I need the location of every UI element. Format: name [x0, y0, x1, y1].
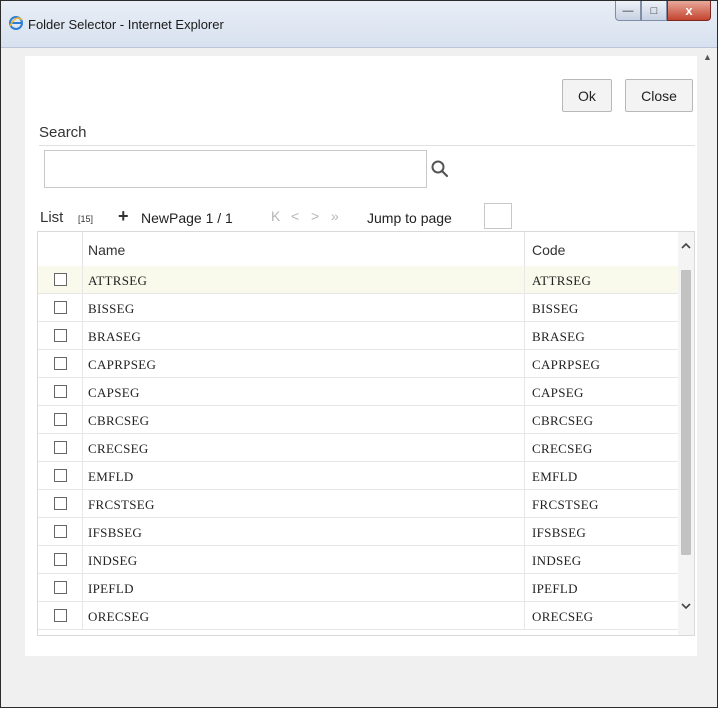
cell-code: ORECSEG — [532, 609, 594, 624]
cell-code: CRECSEG — [532, 441, 593, 456]
window-controls: — □ x — [615, 1, 711, 22]
row-checkbox[interactable] — [54, 609, 67, 622]
cell-name: ATTRSEG — [88, 273, 148, 288]
cell-code: CBRCSEG — [532, 413, 594, 428]
cell-code: INDSEG — [532, 553, 582, 568]
table-row[interactable]: CRECSEG CRECSEG — [38, 434, 678, 462]
prev-page-button[interactable]: < — [291, 208, 299, 224]
row-checkbox[interactable] — [54, 553, 67, 566]
cell-code: IFSBSEG — [532, 525, 587, 540]
page-scroll-up-icon[interactable]: ▲ — [703, 52, 712, 62]
list-count: [15] — [78, 214, 94, 224]
folder-selector-panel: Ok Close Search List [15] + NewPage 1 / … — [25, 56, 697, 656]
jump-to-page-label: Jump to page — [367, 210, 452, 226]
table-row[interactable]: CBRCSEG CBRCSEG — [38, 406, 678, 434]
maximize-button[interactable]: □ — [641, 1, 667, 21]
table-row[interactable]: BISSEG BISSEG — [38, 294, 678, 322]
grid-rows: ATTRSEG ATTRSEG BISSEG BISSEG BRASEG BRA… — [38, 266, 678, 630]
header-checkbox-column — [38, 232, 83, 266]
page-scrollbar[interactable]: ▲ — [701, 48, 716, 707]
row-checkbox[interactable] — [54, 385, 67, 398]
cell-code: FRCSTSEG — [532, 497, 599, 512]
search-label: Search — [39, 124, 87, 141]
cell-name: EMFLD — [88, 469, 134, 484]
cell-name: IFSBSEG — [88, 525, 143, 540]
table-row[interactable]: ORECSEG ORECSEG — [38, 602, 678, 630]
table-row[interactable]: IFSBSEG IFSBSEG — [38, 518, 678, 546]
row-checkbox[interactable] — [54, 273, 67, 286]
table-row[interactable]: CAPRPSEG CAPRPSEG — [38, 350, 678, 378]
column-header-code[interactable]: Code — [532, 242, 565, 258]
row-checkbox[interactable] — [54, 525, 67, 538]
table-row[interactable]: EMFLD EMFLD — [38, 462, 678, 490]
plus-icon[interactable]: + — [118, 207, 129, 225]
cell-name: INDSEG — [88, 553, 138, 568]
column-header-name[interactable]: Name — [88, 242, 125, 258]
row-checkbox[interactable] — [54, 497, 67, 510]
cell-code: BISSEG — [532, 301, 579, 316]
row-checkbox[interactable] — [54, 469, 67, 482]
page-info: Page 1 / 1 — [169, 210, 233, 226]
cell-code: CAPRPSEG — [532, 357, 601, 372]
row-checkbox[interactable] — [54, 441, 67, 454]
folder-grid: Name Code ATTRSEG ATTRSEG BISSEG BISSEG … — [37, 231, 695, 636]
new-label[interactable]: New — [141, 210, 169, 226]
title-bar[interactable]: Folder Selector - Internet Explorer — □ … — [1, 1, 717, 48]
grid-scrollbar[interactable] — [678, 232, 694, 635]
cell-code: IPEFLD — [532, 581, 578, 596]
window-close-button[interactable]: x — [667, 1, 711, 21]
cell-name: CBRCSEG — [88, 413, 150, 428]
cell-name: FRCSTSEG — [88, 497, 155, 512]
cell-name: ORECSEG — [88, 609, 150, 624]
row-checkbox[interactable] — [54, 301, 67, 314]
first-page-button[interactable]: K — [271, 208, 280, 224]
search-icon[interactable] — [430, 159, 450, 179]
search-input[interactable] — [44, 150, 427, 188]
list-label: List — [40, 209, 64, 226]
cell-name: BISSEG — [88, 301, 135, 316]
table-row[interactable]: FRCSTSEG FRCSTSEG — [38, 490, 678, 518]
table-row[interactable]: BRASEG BRASEG — [38, 322, 678, 350]
minimize-button[interactable]: — — [615, 1, 641, 21]
table-row[interactable]: ATTRSEG ATTRSEG — [38, 266, 678, 294]
chevron-down-icon[interactable] — [680, 600, 692, 612]
cell-name: CRECSEG — [88, 441, 149, 456]
browser-window: Folder Selector - Internet Explorer — □ … — [0, 0, 718, 708]
cell-code: ATTRSEG — [532, 273, 592, 288]
cell-code: BRASEG — [532, 329, 586, 344]
cell-name: CAPSEG — [88, 385, 140, 400]
cell-code: EMFLD — [532, 469, 578, 484]
grid-scrollbar-thumb[interactable] — [681, 270, 691, 555]
row-checkbox[interactable] — [54, 329, 67, 342]
table-row[interactable]: CAPSEG CAPSEG — [38, 378, 678, 406]
row-checkbox[interactable] — [54, 357, 67, 370]
cell-name: BRASEG — [88, 329, 142, 344]
cell-code: CAPSEG — [532, 385, 584, 400]
jump-to-page-input[interactable] — [484, 203, 512, 229]
chevron-up-icon[interactable] — [680, 240, 692, 252]
close-button[interactable]: Close — [625, 79, 693, 112]
table-row[interactable]: IPEFLD IPEFLD — [38, 574, 678, 602]
new-button[interactable]: NewPage 1 / 1 — [141, 210, 233, 226]
table-row[interactable]: INDSEG INDSEG — [38, 546, 678, 574]
grid-header: Name Code — [38, 232, 694, 267]
next-page-button[interactable]: > — [311, 208, 319, 224]
cell-name: CAPRPSEG — [88, 357, 157, 372]
cell-name: IPEFLD — [88, 581, 134, 596]
window-title: Folder Selector - Internet Explorer — [28, 17, 224, 32]
last-page-button[interactable]: » — [331, 208, 339, 224]
ie-icon — [9, 16, 23, 30]
ok-button[interactable]: Ok — [562, 79, 612, 112]
row-checkbox[interactable] — [54, 581, 67, 594]
row-checkbox[interactable] — [54, 413, 67, 426]
search-divider — [39, 145, 695, 146]
